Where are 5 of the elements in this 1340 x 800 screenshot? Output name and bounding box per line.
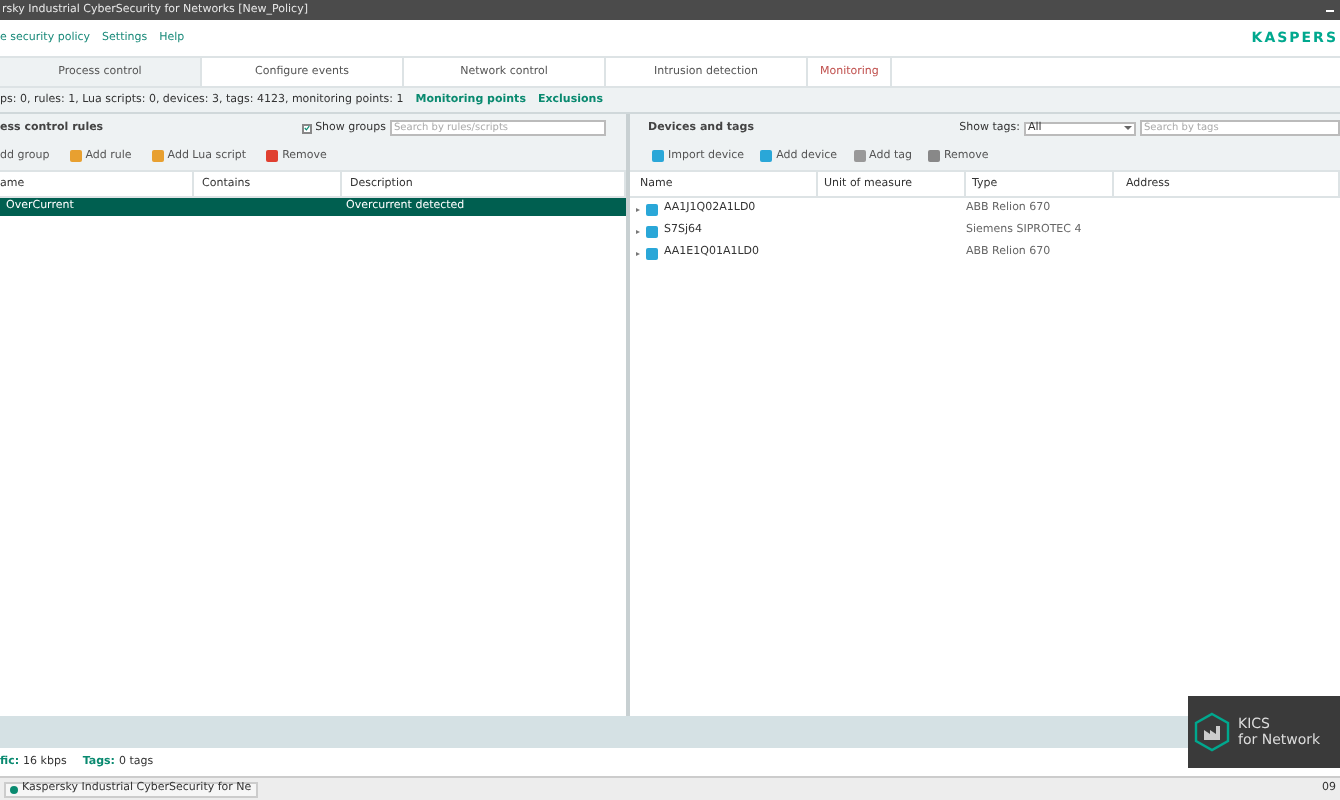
minimize-icon[interactable] xyxy=(1326,9,1334,11)
caret-icon xyxy=(1124,126,1132,131)
show-groups-checkbox[interactable] xyxy=(301,123,312,134)
app-icon xyxy=(10,785,18,793)
factory-icon xyxy=(1194,712,1230,752)
